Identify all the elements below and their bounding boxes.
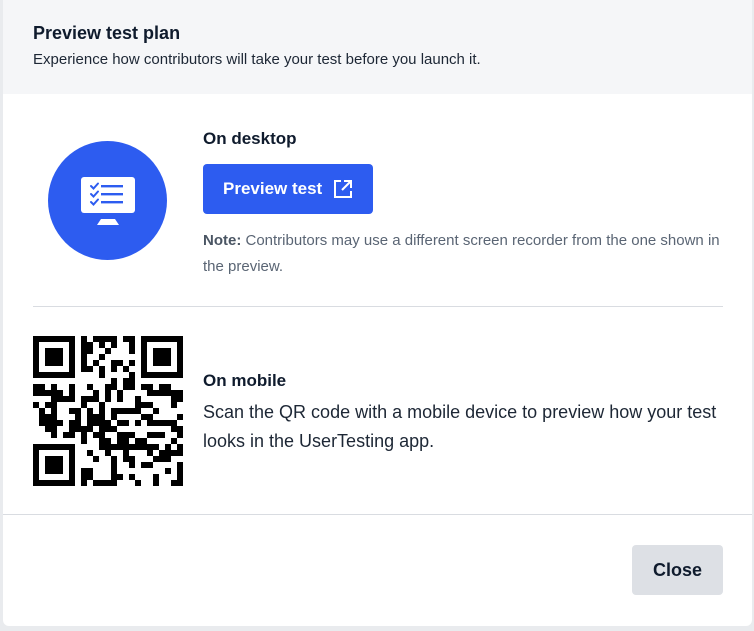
close-button[interactable]: Close (632, 545, 723, 595)
desktop-note: Note: Contributors may use a different s… (203, 228, 733, 280)
preview-test-button[interactable]: Preview test (203, 164, 374, 214)
dialog-header: Preview test plan Experience how contrib… (3, 0, 752, 94)
note-text: Contributors may use a different screen … (203, 232, 720, 275)
desktop-section: On desktop Preview test Note: Contributo… (3, 94, 752, 306)
desktop-content: On desktop Preview test Note: Contributo… (203, 128, 733, 280)
footer-divider (3, 514, 752, 515)
mobile-description: Scan the QR code with a mobile device to… (203, 402, 717, 451)
mobile-content: On mobile Scan the QR code with a mobile… (203, 370, 723, 456)
external-link-icon (332, 178, 354, 200)
desktop-heading: On desktop (203, 129, 297, 148)
preview-test-button-label: Preview test (223, 179, 323, 198)
preview-dialog: Preview test plan Experience how contrib… (3, 0, 752, 626)
desktop-monitor-icon (48, 141, 167, 260)
note-label: Note: (203, 232, 242, 249)
mobile-heading: On mobile (203, 371, 287, 390)
dialog-subtitle: Experience how contributors will take yo… (33, 51, 481, 68)
mobile-section: On mobile Scan the QR code with a mobile… (3, 307, 752, 514)
qr-code-icon (33, 336, 183, 486)
dialog-title: Preview test plan (33, 23, 181, 43)
